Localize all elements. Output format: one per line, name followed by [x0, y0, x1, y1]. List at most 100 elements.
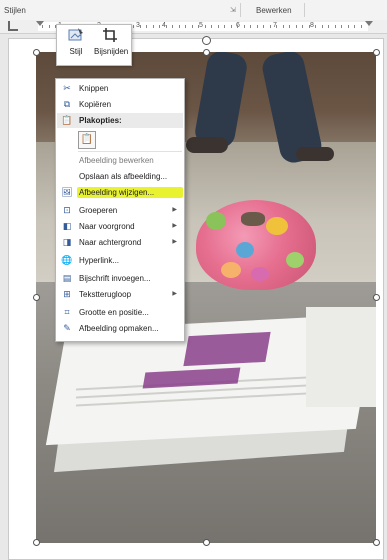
ruler-tick: [185, 25, 186, 28]
photo-pouch-dot: [251, 267, 269, 281]
send-backward-icon: ◨: [62, 237, 72, 247]
menu-item-label: Afbeelding opmaken...: [79, 324, 159, 333]
wrap-text-icon: ⊞: [63, 289, 71, 299]
menu-item-bring-forward[interactable]: ◧ Naar voorgrond ▶: [57, 219, 183, 234]
styles-dialog-launcher-icon[interactable]: ⇲: [230, 6, 236, 14]
photo-shoe: [186, 137, 228, 153]
photo-leg: [193, 52, 249, 150]
crop-icon: [94, 27, 126, 47]
right-indent-marker[interactable]: [365, 21, 373, 26]
ruler-tick: [224, 25, 225, 28]
ruler-tick: [205, 25, 206, 28]
photo-purple-print: [183, 331, 271, 367]
ruler-tick: [146, 25, 147, 28]
ruler-number: 8: [310, 22, 314, 29]
menu-item-hyperlink[interactable]: 🌐 Hyperlink...: [57, 253, 183, 268]
menu-item-format-picture[interactable]: ✎ Afbeelding opmaken...: [57, 321, 183, 336]
ruler-tick: [250, 25, 251, 28]
menu-item-label: Opslaan als afbeelding...: [79, 172, 168, 181]
menu-separator: [78, 151, 182, 152]
menu-item-label: Afbeelding bewerken: [79, 156, 154, 165]
ruler-tick: [198, 25, 199, 28]
menu-header-paste-options: 📋 Plakopties:: [57, 113, 183, 128]
menu-item-wrap-text[interactable]: ⊞ Tekstterugloop ▶: [57, 287, 183, 302]
resize-handle-bottom-left[interactable]: [33, 539, 40, 546]
crop-button[interactable]: Bijsnijden: [94, 27, 129, 63]
menu-item-edit-picture[interactable]: Afbeelding bewerken: [57, 153, 183, 168]
menu-item-group[interactable]: ⊡ Groeperen ▶: [57, 203, 183, 218]
resize-handle-bottom[interactable]: [203, 539, 210, 546]
photo-pouch-dot: [206, 212, 226, 230]
photo-pouch-dot: [266, 217, 288, 235]
menu-item-label: Bijschrift invoegen...: [79, 274, 151, 283]
resize-handle-top[interactable]: [203, 49, 210, 56]
ruler-tick: [159, 25, 160, 28]
ruler-tick: [42, 25, 43, 28]
ruler-tick: [166, 25, 167, 28]
submenu-arrow-icon: ▶: [172, 207, 177, 213]
picture-style-icon: [60, 27, 92, 47]
menu-item-save-as-picture[interactable]: Opslaan als afbeelding...: [57, 169, 183, 184]
ruler-tick: [328, 25, 329, 28]
paste-keep-format-icon[interactable]: 📋: [78, 131, 96, 149]
menu-item-label: Naar voorgrond: [79, 222, 135, 231]
photo-pouch-opening: [241, 212, 265, 226]
menu-item-change-picture[interactable]: 🖼 Afbeelding wijzigen...: [57, 185, 183, 200]
ribbon-separator: [304, 3, 305, 17]
ruler-number: 5: [199, 22, 203, 29]
menu-item-insert-caption[interactable]: ▤ Bijschrift invoegen...: [57, 271, 183, 286]
ruler-tick: [335, 25, 336, 28]
ruler-tick: [140, 25, 141, 28]
ruler-tick: [309, 25, 310, 28]
resize-handle-top-right[interactable]: [373, 49, 380, 56]
ruler-tick: [322, 25, 323, 28]
photo-pouch-dot: [221, 262, 241, 278]
ruler-tick: [302, 25, 303, 28]
ruler-tick: [153, 25, 154, 28]
photo-shoe: [296, 147, 334, 161]
ruler-tick: [179, 25, 180, 28]
ruler-tick: [49, 25, 50, 28]
ruler-tick: [211, 25, 212, 28]
menu-item-label: Afbeelding wijzigen...: [79, 188, 155, 197]
caption-icon: ▤: [62, 273, 72, 283]
resize-handle-left[interactable]: [33, 294, 40, 301]
style-button[interactable]: Stijl: [60, 27, 92, 63]
menu-item-copy[interactable]: ⧉ Kopiëren: [57, 97, 183, 112]
resize-handle-top-left[interactable]: [33, 49, 40, 56]
photo-paper-right: [306, 307, 376, 407]
group-icon: ⊡: [63, 205, 71, 215]
ruler-tick: [257, 25, 258, 28]
ruler-tick: [296, 25, 297, 28]
context-menu: ✂ Knippen ⧉ Kopiëren 📋 Plakopties: 📋 Afb…: [55, 78, 185, 342]
ruler-tick: [133, 25, 134, 28]
ruler-tick: [276, 25, 277, 28]
ruler-tick: [172, 25, 173, 28]
menu-item-label: Knippen: [79, 84, 109, 93]
ruler-tick: [192, 25, 193, 28]
ruler-tick: [231, 25, 232, 28]
clipboard-icon: 📋: [61, 115, 73, 125]
style-label: Stijl: [69, 47, 83, 56]
crop-label: Bijsnijden: [94, 47, 129, 56]
copy-icon: ⧉: [63, 99, 71, 109]
ruler-tick: [315, 25, 316, 28]
menu-item-size-position[interactable]: ⌗ Grootte en positie...: [57, 305, 183, 320]
menu-item-label: Plakopties:: [79, 116, 122, 125]
photo-pouch-dot: [236, 242, 254, 258]
ruler-tick: [283, 25, 284, 28]
ruler-tick: [361, 25, 362, 28]
tab-selector-icon[interactable]: [8, 21, 18, 31]
resize-handle-bottom-right[interactable]: [373, 539, 380, 546]
rotate-handle-icon[interactable]: [202, 36, 211, 45]
menu-item-label: Kopiëren: [79, 100, 112, 109]
resize-handle-right[interactable]: [373, 294, 380, 301]
menu-item-send-backward[interactable]: ◨ Naar achtergrond ▶: [57, 235, 183, 250]
menu-item-cut[interactable]: ✂ Knippen: [57, 81, 183, 96]
ruler-tick: [263, 25, 264, 28]
menu-item-label: Tekstterugloop: [79, 290, 132, 299]
submenu-arrow-icon: ▶: [172, 291, 177, 297]
ruler-tick: [354, 25, 355, 28]
menu-item-label: Groeperen: [79, 206, 118, 215]
ribbon-separator: [240, 3, 241, 17]
